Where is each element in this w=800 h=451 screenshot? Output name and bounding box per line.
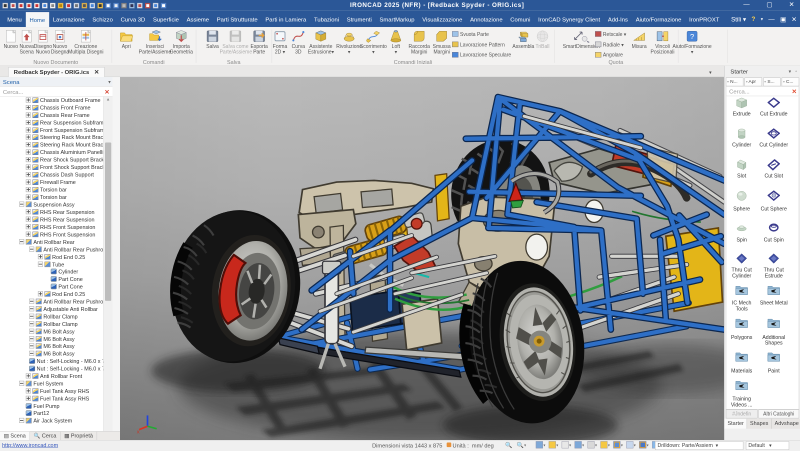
svg-text:?: ? — [690, 32, 694, 41]
svg-text:X: X — [137, 430, 140, 435]
